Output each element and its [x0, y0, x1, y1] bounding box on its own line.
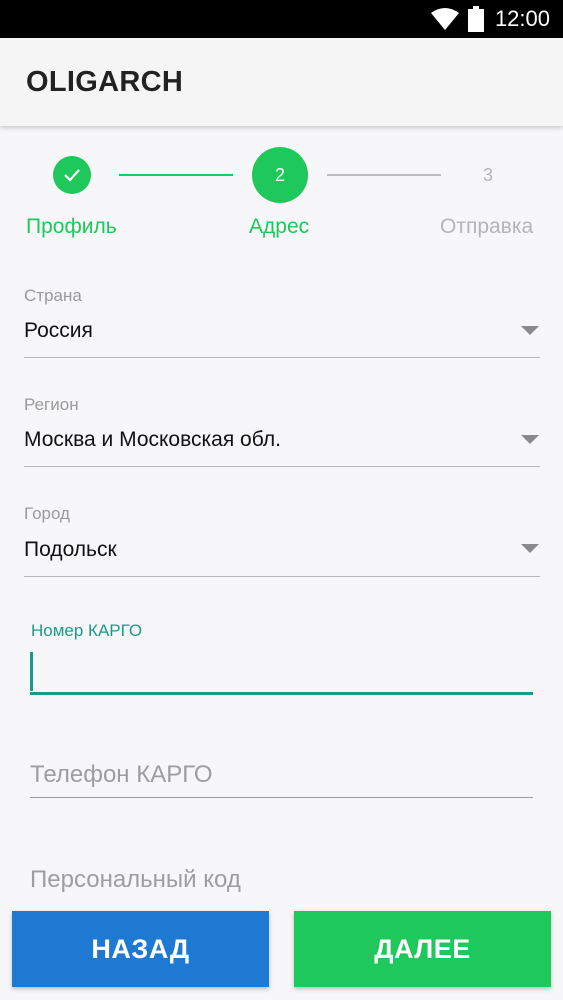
cargo-number-input[interactable] — [36, 655, 531, 689]
check-icon — [64, 169, 80, 182]
chevron-down-icon[interactable] — [521, 326, 539, 335]
country-underline — [24, 357, 540, 358]
cargo-phone-input[interactable] — [30, 757, 533, 793]
step-connector-2 — [327, 174, 441, 176]
app-bar: OLIGARCH — [0, 38, 563, 126]
personal-code-input[interactable] — [30, 862, 533, 898]
cargo-number-label: Номер КАРГО — [31, 621, 143, 640]
chevron-down-icon[interactable] — [521, 544, 539, 553]
step-2-active[interactable]: 2 — [252, 147, 308, 203]
status-bar: 12:00 — [0, 0, 563, 38]
step-2-label: Адрес — [249, 215, 310, 238]
city-value[interactable]: Подольск — [24, 538, 117, 562]
chevron-down-icon[interactable] — [521, 435, 539, 444]
cargo-phone-underline — [30, 797, 533, 798]
back-button[interactable]: НАЗАД — [12, 911, 269, 987]
step-2-number: 2 — [274, 164, 285, 185]
step-1-label: Профиль — [26, 215, 117, 238]
region-label: Регион — [24, 395, 79, 414]
country-value[interactable]: Россия — [24, 319, 93, 343]
wifi-icon — [431, 8, 459, 30]
step-3-label: Отправка — [440, 215, 534, 238]
step-1-completed[interactable] — [53, 156, 91, 194]
city-underline — [24, 576, 540, 577]
region-value[interactable]: Москва и Московская обл. — [24, 428, 281, 452]
app-title: OLIGARCH — [26, 66, 184, 98]
step-3-number[interactable]: 3 — [483, 165, 493, 186]
next-button[interactable]: ДАЛЕЕ — [294, 911, 551, 987]
battery-icon — [468, 6, 484, 32]
country-label: Страна — [24, 286, 82, 305]
step-connector-1 — [119, 174, 233, 176]
stepper: 2 3 Профиль Адрес Отправка — [0, 126, 563, 256]
region-underline — [24, 466, 540, 467]
status-time: 12:00 — [494, 6, 550, 31]
cargo-number-underline — [30, 692, 533, 695]
text-cursor — [30, 652, 33, 691]
city-label: Город — [24, 504, 70, 523]
